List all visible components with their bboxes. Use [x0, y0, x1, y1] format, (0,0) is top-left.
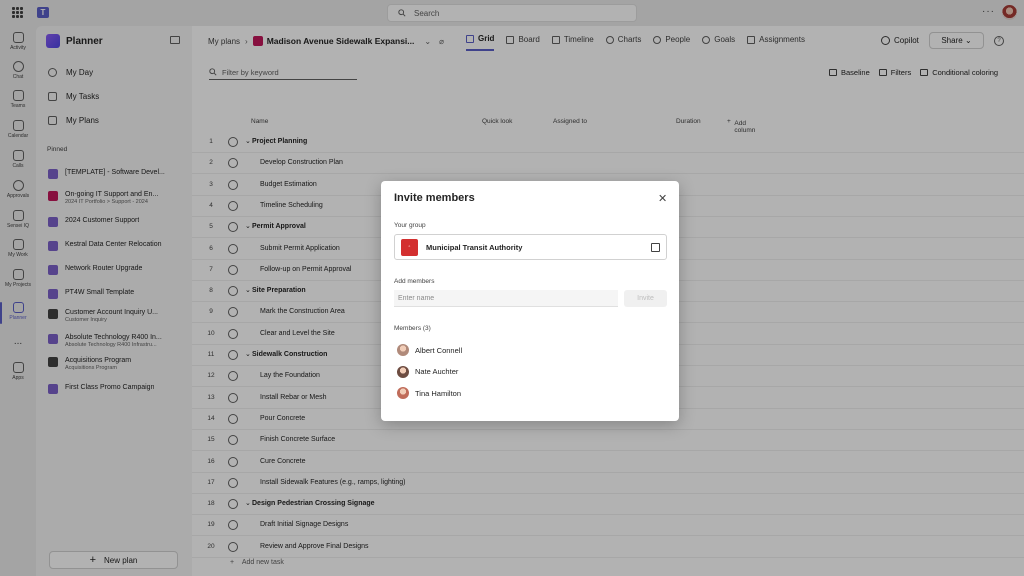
group-name: Municipal Transit Authority: [426, 242, 523, 252]
open-external-icon[interactable]: [651, 243, 660, 252]
dialog-title: Invite members: [394, 192, 475, 204]
close-icon[interactable]: ✕: [658, 192, 667, 205]
group-logo-icon: ◦: [401, 238, 418, 256]
enter-name-input[interactable]: [394, 290, 618, 307]
your-group-label: Your group: [394, 222, 426, 229]
member-item[interactable]: Nate Auchter: [397, 365, 459, 378]
invite-button[interactable]: Invite: [624, 290, 667, 307]
add-members-label: Add members: [394, 278, 435, 285]
invite-members-dialog: Invite members ✕ Your group ◦ Municipal …: [381, 181, 679, 421]
member-avatar: [397, 344, 409, 356]
member-name: Nate Auchter: [415, 367, 459, 376]
member-item[interactable]: Albert Connell: [397, 344, 462, 356]
member-name: Tina Hamilton: [415, 388, 461, 398]
group-card: ◦ Municipal Transit Authority: [394, 234, 667, 260]
member-name: Albert Connell: [415, 345, 463, 355]
members-count-label: Members (3): [394, 325, 431, 332]
member-avatar: [397, 387, 409, 399]
member-item[interactable]: Tina Hamilton: [397, 387, 461, 399]
member-avatar: [397, 365, 409, 378]
